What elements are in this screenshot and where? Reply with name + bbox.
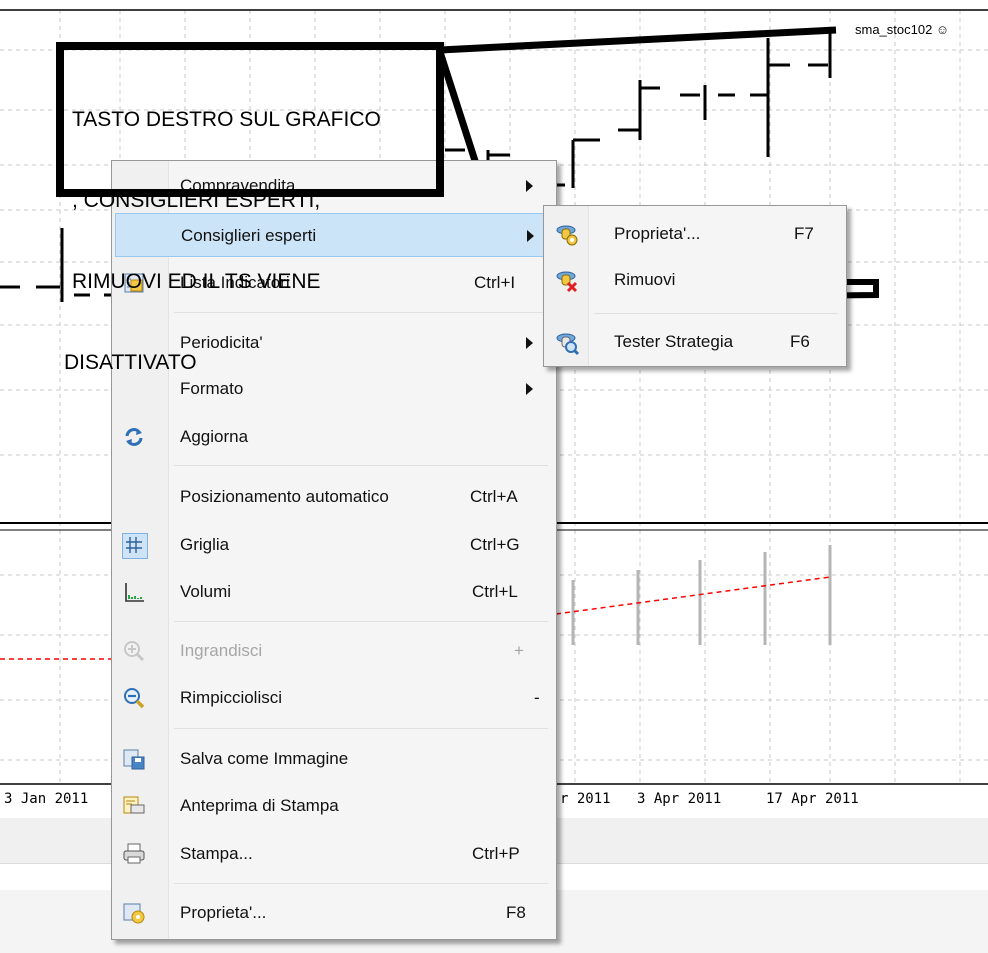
submenu-item-proprieta[interactable]: Proprieta'... F7	[546, 212, 844, 256]
menu-item-label: Volumi	[180, 582, 232, 601]
submenu-item-label: Rimuovi	[614, 270, 676, 289]
menu-item-shortcut: Ctrl+G	[470, 535, 520, 554]
menu-item-shortcut: +	[514, 641, 524, 660]
menu-item-ingrandisci: Ingrandisci +	[114, 629, 552, 673]
menu-item-proprieta[interactable]: Proprieta'... F8	[114, 891, 552, 935]
menu-item-volumi[interactable]: Volumi Ctrl+L	[114, 570, 552, 614]
submenu-arrow-icon	[526, 383, 533, 395]
submenu-arrow-icon	[526, 337, 533, 349]
submenu-item-tester-strategia[interactable]: Tester Strategia F6	[546, 320, 844, 364]
menu-item-griglia[interactable]: Griglia Ctrl+G	[114, 523, 552, 567]
date-label: 3 Jan 2011	[4, 791, 89, 807]
menu-item-anteprima-di-stampa[interactable]: Anteprima di Stampa	[114, 784, 552, 828]
menu-separator	[174, 728, 548, 729]
symbol-label: sma_stoc102 ☺	[855, 22, 950, 37]
submenu-item-label: Proprieta'...	[614, 224, 701, 243]
menu-item-posizionamento-automatico[interactable]: Posizionamento automatico Ctrl+A	[114, 475, 552, 519]
menu-separator	[174, 465, 548, 466]
expert-remove-icon	[554, 268, 578, 293]
menu-item-label: Griglia	[180, 535, 230, 554]
annotation-line-2: , CONSIGLIERI ESPERTI,	[72, 189, 321, 212]
menu-item-stampa[interactable]: Stampa... Ctrl+P	[114, 832, 552, 876]
menu-item-salva-come-immagine[interactable]: Salva come Immagine	[114, 737, 552, 781]
volumes-icon	[122, 580, 146, 604]
date-label: r 2011	[560, 791, 611, 807]
menu-item-label: Posizionamento automatico	[180, 487, 389, 506]
menu-item-aggiorna[interactable]: Aggiorna	[114, 415, 552, 459]
grid-icon	[122, 533, 148, 559]
submenu-arrow-icon	[527, 230, 534, 242]
menu-item-shortcut: Ctrl+L	[472, 582, 518, 601]
menu-item-label: Salva come Immagine	[180, 749, 349, 768]
menu-item-shortcut: Ctrl+P	[472, 844, 520, 863]
menu-item-rimpicciolisci[interactable]: Rimpicciolisci -	[114, 676, 552, 720]
expert-advisors-submenu: Proprieta'... F7 Rimuovi Tester Strategi…	[543, 205, 847, 367]
print-preview-icon	[122, 794, 146, 818]
menu-item-label: Stampa...	[180, 844, 253, 863]
menu-item-shortcut: -	[534, 688, 540, 707]
annotation-line-1: TASTO DESTRO SUL GRAFICO	[72, 108, 381, 131]
menu-separator	[174, 621, 548, 622]
submenu-item-shortcut: F6	[790, 332, 810, 351]
menu-item-label: Aggiorna	[180, 427, 249, 446]
submenu-arrow-icon	[526, 180, 533, 192]
properties-icon	[122, 901, 146, 925]
refresh-icon	[122, 425, 146, 449]
menu-item-shortcut: Ctrl+A	[470, 487, 518, 506]
menu-item-label: Ingrandisci	[180, 641, 263, 660]
submenu-item-label: Tester Strategia	[614, 332, 734, 351]
menu-item-label: Rimpicciolisci	[180, 688, 283, 707]
date-label: 17 Apr 2011	[766, 791, 859, 807]
menu-separator	[594, 313, 838, 314]
zoom-in-icon	[122, 639, 146, 663]
expert-properties-icon	[554, 222, 578, 246]
annotation-line-top	[439, 26, 837, 54]
annotation-text: TASTO DESTRO SUL GRAFICO , CONSIGLIERI E…	[64, 52, 381, 403]
strategy-tester-icon	[554, 330, 580, 356]
menu-item-shortcut: F8	[506, 903, 526, 922]
date-label: 3 Apr 2011	[637, 791, 722, 807]
zoom-out-icon	[122, 686, 146, 710]
save-image-icon	[122, 747, 146, 771]
annotation-line-4: DISATTIVATO	[64, 351, 197, 374]
submenu-item-shortcut: F7	[794, 224, 814, 243]
submenu-item-rimuovi[interactable]: Rimuovi	[546, 258, 844, 302]
menu-separator	[174, 883, 548, 884]
menu-item-label: Proprieta'...	[180, 903, 267, 922]
menu-item-label: Anteprima di Stampa	[180, 796, 339, 815]
annotation-line-3: RIMUOVI ED IL TS VIENE	[72, 270, 321, 293]
print-icon	[122, 842, 146, 866]
menu-item-shortcut: Ctrl+I	[474, 273, 516, 292]
